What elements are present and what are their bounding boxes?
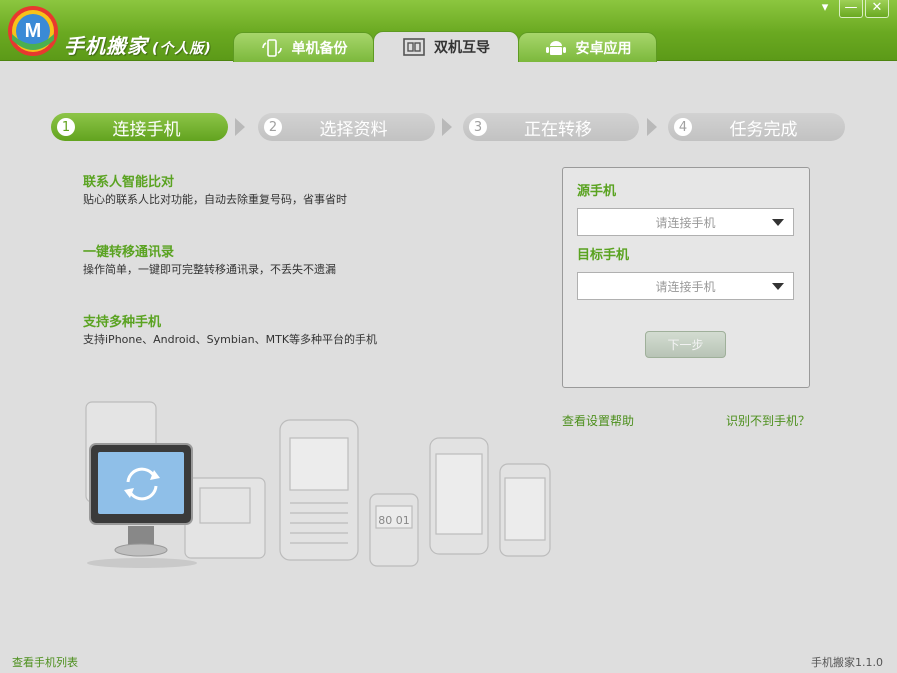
- source-phone-select[interactable]: 请连接手机: [577, 208, 794, 236]
- step-number: 1: [57, 118, 75, 136]
- step-label: 正在转移: [524, 119, 592, 140]
- step-number: 4: [674, 118, 692, 136]
- feature-title: 支持多种手机: [83, 315, 162, 330]
- app-title: 手机搬家 (个人版): [64, 34, 212, 58]
- feature-title: 一键转移通讯录: [83, 245, 175, 260]
- phone-list-link[interactable]: 查看手机列表: [12, 654, 78, 670]
- android-icon: [544, 38, 568, 58]
- menu-dropdown-icon[interactable]: ▾: [813, 0, 837, 18]
- step-transferring: 3 正在转移: [463, 113, 639, 141]
- step-label: 连接手机: [112, 119, 181, 140]
- step-arrow-icon: [647, 118, 657, 136]
- step-label: 任务完成: [729, 119, 798, 140]
- step-complete: 4 任务完成: [668, 113, 845, 141]
- step-select-data: 2 选择资料: [258, 113, 435, 141]
- feature-desc: 操作简单，一键即可完整转移通讯录，不丢失不遗漏: [83, 263, 336, 276]
- tab-android-apps[interactable]: 安卓应用: [518, 32, 657, 62]
- title-bar: M 手机搬家 (个人版) 单机备份 双机互导 安卓应用 ▾ — ✕: [0, 0, 897, 62]
- phone-not-found-link[interactable]: 识别不到手机？: [726, 412, 810, 429]
- tab-single-backup[interactable]: 单机备份: [233, 32, 374, 62]
- close-button[interactable]: ✕: [865, 0, 889, 18]
- svg-text:M: M: [25, 20, 42, 42]
- feature-desc: 支持iPhone、Android、Symbian、MTK等多种平台的手机: [83, 333, 378, 346]
- step-connect-phone: 1 连接手机: [51, 113, 228, 141]
- version-label: 手机搬家1.1.0: [811, 656, 883, 669]
- dropdown-arrow-icon: [772, 283, 784, 290]
- devices-illustration: 80 01: [85, 401, 551, 568]
- tab-dual-transfer[interactable]: 双机互导: [373, 31, 519, 62]
- dropdown-arrow-icon: [772, 219, 784, 226]
- source-phone-label: 源手机: [577, 184, 617, 199]
- phone-connection-panel: 源手机 请连接手机 目标手机 请连接手机 下一步: [562, 167, 810, 388]
- backup-icon: [260, 38, 284, 58]
- feature-desc: 贴心的联系人比对功能，自动去除重复号码，省事省时: [83, 193, 347, 206]
- target-phone-select[interactable]: 请连接手机: [577, 272, 794, 300]
- transfer-icon: [402, 37, 426, 57]
- next-step-button[interactable]: 下一步: [645, 331, 726, 358]
- step-number: 3: [469, 118, 487, 136]
- phone-clock-text: 80 01: [378, 514, 410, 527]
- step-number: 2: [264, 118, 282, 136]
- step-arrow-icon: [235, 118, 245, 136]
- step-label: 选择资料: [319, 119, 388, 140]
- window-controls: ▾ — ✕: [813, 0, 889, 18]
- minimize-button[interactable]: —: [839, 0, 863, 18]
- app-logo-icon: M: [8, 6, 58, 56]
- step-arrow-icon: [442, 118, 452, 136]
- feature-title: 联系人智能比对: [83, 175, 175, 190]
- settings-help-link[interactable]: 查看设置帮助: [562, 412, 634, 429]
- target-phone-label: 目标手机: [577, 248, 630, 263]
